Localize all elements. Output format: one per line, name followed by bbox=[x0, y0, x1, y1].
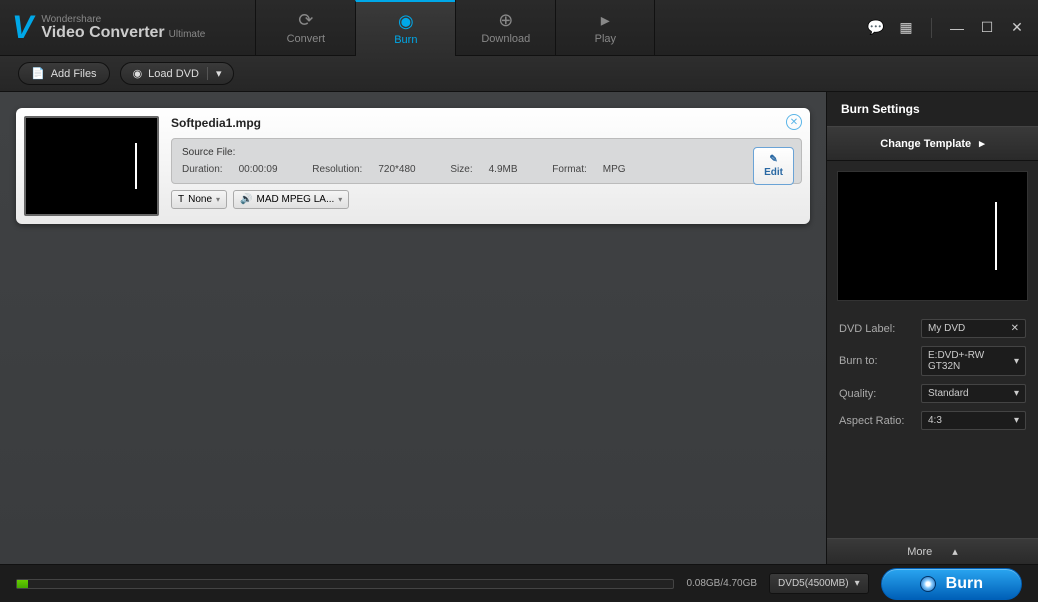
main-area: Softpedia1.mpg Source File: Duration: 00:… bbox=[0, 92, 1038, 564]
progress-fill bbox=[17, 580, 28, 588]
disc-type-dropdown[interactable]: DVD5(4500MB) ▾ bbox=[769, 573, 869, 594]
chevron-down-icon: ▾ bbox=[338, 195, 342, 204]
disc-icon bbox=[920, 576, 936, 592]
edit-label: Edit bbox=[764, 167, 783, 178]
app-logo: V Wondershare Video Converter Ultimate bbox=[12, 9, 205, 46]
tab-download-label: Download bbox=[481, 33, 530, 45]
load-dvd-button[interactable]: ◉ Load DVD ▾ bbox=[120, 62, 235, 85]
chevron-down-icon: ▾ bbox=[855, 578, 860, 589]
dvd-label-input[interactable]: My DVD ✕ bbox=[921, 319, 1026, 338]
play-icon: ▸ bbox=[601, 10, 610, 31]
burn-to-value: E:DVD+-RW GT32N bbox=[928, 350, 1014, 372]
product-label: Video Converter bbox=[41, 25, 164, 41]
format-label: Format: bbox=[552, 164, 586, 175]
more-label: More bbox=[907, 546, 932, 558]
chevron-right-icon: ▸ bbox=[979, 137, 985, 150]
titlebar: V Wondershare Video Converter Ultimate ⟳… bbox=[0, 0, 1038, 56]
add-files-label: Add Files bbox=[51, 68, 97, 80]
remove-item-button[interactable]: ✕ bbox=[786, 114, 802, 130]
tab-convert-label: Convert bbox=[287, 33, 326, 45]
quality-label: Quality: bbox=[839, 388, 915, 400]
aspect-ratio-dropdown[interactable]: 4:3 ▾ bbox=[921, 411, 1026, 430]
tab-play[interactable]: ▸ Play bbox=[555, 0, 655, 56]
menu-icon[interactable]: ▦ bbox=[897, 19, 915, 36]
chevron-down-icon: ▾ bbox=[1014, 388, 1019, 399]
media-filename: Softpedia1.mpg bbox=[171, 116, 802, 130]
aspect-ratio-value: 4:3 bbox=[928, 415, 942, 426]
maximize-button[interactable]: ☐ bbox=[978, 19, 996, 36]
separator bbox=[931, 18, 932, 38]
close-button[interactable]: ✕ bbox=[1008, 19, 1026, 36]
download-icon: ⊕ bbox=[498, 10, 513, 31]
sidebar-title: Burn Settings bbox=[827, 92, 1038, 126]
media-info-panel: Source File: Duration: 00:00:09 Resolutio… bbox=[171, 138, 802, 184]
refresh-icon: ⟳ bbox=[298, 10, 313, 31]
more-button[interactable]: More ▴ bbox=[827, 538, 1038, 564]
disc-small-icon: ◉ bbox=[133, 67, 143, 80]
resolution-label: Resolution: bbox=[312, 164, 362, 175]
thumbnail-marker bbox=[135, 143, 137, 189]
pencil-icon: ✎ bbox=[769, 154, 777, 165]
chevron-down-icon: ▾ bbox=[216, 195, 220, 204]
company-label: Wondershare bbox=[41, 15, 205, 25]
media-item: Softpedia1.mpg Source File: Duration: 00:… bbox=[16, 108, 810, 224]
burn-button[interactable]: Burn bbox=[881, 568, 1022, 600]
tab-download[interactable]: ⊕ Download bbox=[455, 0, 555, 56]
add-file-icon: 📄 bbox=[31, 67, 45, 80]
disc-space-progress bbox=[16, 579, 674, 589]
dvd-label-value: My DVD bbox=[928, 323, 965, 334]
audio-value: MAD MPEG LA... bbox=[256, 194, 334, 205]
chevron-down-icon: ▾ bbox=[1014, 415, 1019, 426]
burn-button-label: Burn bbox=[946, 575, 983, 593]
add-files-button[interactable]: 📄 Add Files bbox=[18, 62, 110, 85]
quality-value: Standard bbox=[928, 388, 969, 399]
size-value: 4.9MB bbox=[489, 164, 518, 175]
speaker-icon: 🔊 bbox=[240, 194, 252, 205]
tab-burn-label: Burn bbox=[394, 34, 417, 46]
burn-settings-sidebar: Burn Settings Change Template ▸ DVD Labe… bbox=[826, 92, 1038, 564]
settings-list: DVD Label: My DVD ✕ Burn to: E:DVD+-RW G… bbox=[827, 311, 1038, 438]
chevron-down-icon[interactable]: ▾ bbox=[207, 67, 222, 80]
format-value: MPG bbox=[603, 164, 626, 175]
tab-play-label: Play bbox=[595, 33, 616, 45]
aspect-ratio-label: Aspect Ratio: bbox=[839, 415, 915, 427]
clear-icon[interactable]: ✕ bbox=[1011, 323, 1019, 334]
feedback-icon[interactable]: 💬 bbox=[867, 19, 885, 36]
burn-to-dropdown[interactable]: E:DVD+-RW GT32N ▾ bbox=[921, 346, 1026, 376]
duration-label: Duration: bbox=[182, 164, 223, 175]
main-tabs: ⟳ Convert ◉ Burn ⊕ Download ▸ Play bbox=[255, 0, 655, 56]
video-thumbnail[interactable] bbox=[24, 116, 159, 216]
preview-marker bbox=[995, 202, 997, 270]
change-template-button[interactable]: Change Template ▸ bbox=[827, 126, 1038, 161]
duration-value: 00:00:09 bbox=[239, 164, 278, 175]
text-icon: T bbox=[178, 194, 184, 205]
footer-bar: 0.08GB/4.70GB DVD5(4500MB) ▾ Burn bbox=[0, 564, 1038, 602]
edition-label: Ultimate bbox=[169, 30, 206, 40]
disc-usage-text: 0.08GB/4.70GB bbox=[686, 578, 757, 589]
audio-dropdown[interactable]: 🔊 MAD MPEG LA... ▾ bbox=[233, 190, 349, 209]
tab-convert[interactable]: ⟳ Convert bbox=[255, 0, 355, 56]
quality-dropdown[interactable]: Standard ▾ bbox=[921, 384, 1026, 403]
change-template-label: Change Template bbox=[880, 138, 971, 150]
window-controls: 💬 ▦ — ☐ ✕ bbox=[867, 18, 1026, 38]
chevron-up-icon: ▴ bbox=[952, 545, 958, 558]
content-pane: Softpedia1.mpg Source File: Duration: 00:… bbox=[0, 92, 826, 564]
size-label: Size: bbox=[450, 164, 472, 175]
toolbar: 📄 Add Files ◉ Load DVD ▾ bbox=[0, 56, 1038, 92]
resolution-value: 720*480 bbox=[378, 164, 415, 175]
tab-burn[interactable]: ◉ Burn bbox=[355, 0, 455, 56]
disc-icon: ◉ bbox=[398, 11, 414, 32]
dvd-label-label: DVD Label: bbox=[839, 323, 915, 335]
load-dvd-label: Load DVD bbox=[148, 68, 199, 80]
disc-type-value: DVD5(4500MB) bbox=[778, 578, 849, 589]
subtitle-dropdown[interactable]: T None ▾ bbox=[171, 190, 227, 209]
minimize-button[interactable]: — bbox=[948, 20, 966, 36]
logo-icon: V bbox=[12, 9, 33, 46]
template-preview[interactable] bbox=[837, 171, 1028, 301]
chevron-down-icon: ▾ bbox=[1014, 356, 1019, 367]
subtitle-value: None bbox=[188, 194, 212, 205]
burn-to-label: Burn to: bbox=[839, 355, 915, 367]
edit-button[interactable]: ✎ Edit bbox=[753, 147, 794, 185]
source-file-label: Source File: bbox=[182, 147, 791, 158]
